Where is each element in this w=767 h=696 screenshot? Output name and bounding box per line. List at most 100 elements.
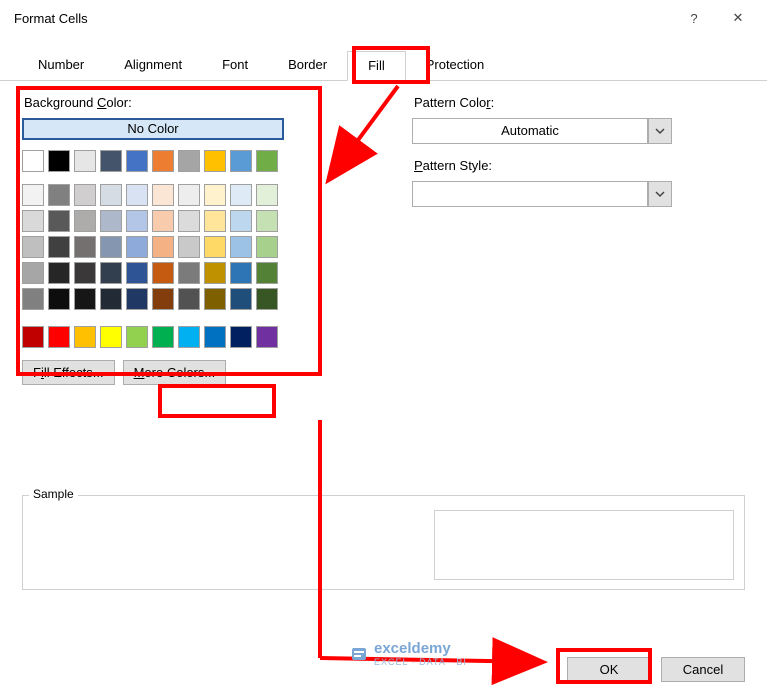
color-swatch[interactable]: [178, 236, 200, 258]
dialog-buttons: OK Cancel: [567, 657, 745, 682]
color-swatch[interactable]: [204, 150, 226, 172]
ok-button[interactable]: OK: [567, 657, 651, 682]
color-swatch[interactable]: [126, 150, 148, 172]
pattern-style-label: Pattern Style:: [414, 158, 672, 173]
color-swatch[interactable]: [100, 184, 122, 206]
help-button[interactable]: ?: [673, 4, 715, 32]
color-swatch[interactable]: [178, 210, 200, 232]
color-swatch[interactable]: [22, 150, 44, 172]
color-swatch[interactable]: [152, 210, 174, 232]
color-swatch[interactable]: [126, 184, 148, 206]
tab-protection[interactable]: Protection: [406, 51, 505, 81]
color-swatch[interactable]: [204, 210, 226, 232]
color-swatch[interactable]: [126, 210, 148, 232]
color-swatch[interactable]: [74, 210, 96, 232]
pattern-style-dropdown[interactable]: [412, 181, 672, 207]
tab-number[interactable]: Number: [18, 51, 104, 81]
color-swatch[interactable]: [74, 236, 96, 258]
dropdown-arrow-icon[interactable]: [648, 118, 672, 144]
color-swatch[interactable]: [100, 210, 122, 232]
tab-alignment[interactable]: Alignment: [104, 51, 202, 81]
color-swatch[interactable]: [74, 262, 96, 284]
color-swatch[interactable]: [22, 326, 44, 348]
color-swatch[interactable]: [22, 184, 44, 206]
pattern-style-value: [412, 181, 648, 207]
color-swatch[interactable]: [204, 262, 226, 284]
color-swatch[interactable]: [48, 262, 70, 284]
color-swatch[interactable]: [126, 236, 148, 258]
color-swatch[interactable]: [100, 150, 122, 172]
color-swatch[interactable]: [74, 150, 96, 172]
color-swatch[interactable]: [152, 288, 174, 310]
color-swatch[interactable]: [100, 326, 122, 348]
color-swatch[interactable]: [230, 288, 252, 310]
color-swatch[interactable]: [126, 326, 148, 348]
color-swatch[interactable]: [22, 210, 44, 232]
color-swatch[interactable]: [100, 236, 122, 258]
titlebar: Format Cells ? ✕: [0, 0, 767, 36]
color-swatch[interactable]: [256, 236, 278, 258]
color-swatch[interactable]: [204, 288, 226, 310]
tab-font[interactable]: Font: [202, 51, 268, 81]
sample-preview: [434, 510, 734, 580]
color-swatch[interactable]: [230, 184, 252, 206]
color-swatch[interactable]: [48, 210, 70, 232]
color-swatch[interactable]: [230, 236, 252, 258]
color-swatch[interactable]: [152, 262, 174, 284]
color-swatch[interactable]: [256, 326, 278, 348]
color-swatch[interactable]: [74, 326, 96, 348]
color-swatch[interactable]: [204, 184, 226, 206]
cancel-button[interactable]: Cancel: [661, 657, 745, 682]
color-swatch[interactable]: [48, 288, 70, 310]
tab-border[interactable]: Border: [268, 51, 347, 81]
color-swatch[interactable]: [230, 150, 252, 172]
color-swatch[interactable]: [256, 262, 278, 284]
pattern-color-value: Automatic: [412, 118, 648, 144]
color-swatch[interactable]: [178, 326, 200, 348]
color-swatch[interactable]: [126, 288, 148, 310]
color-swatch[interactable]: [100, 288, 122, 310]
color-swatch[interactable]: [178, 150, 200, 172]
color-swatch[interactable]: [22, 236, 44, 258]
no-color-button[interactable]: No Color: [22, 118, 284, 140]
color-swatch[interactable]: [256, 150, 278, 172]
pattern-section: Pattern Color: Automatic Pattern Style:: [412, 91, 672, 385]
color-swatch[interactable]: [48, 236, 70, 258]
fill-effects-button[interactable]: Fill Effects...: [22, 360, 115, 385]
color-swatch[interactable]: [178, 288, 200, 310]
color-swatch[interactable]: [74, 288, 96, 310]
tab-fill[interactable]: Fill: [347, 51, 406, 81]
color-swatch[interactable]: [152, 150, 174, 172]
color-swatch[interactable]: [230, 210, 252, 232]
close-button[interactable]: ✕: [717, 4, 759, 32]
sample-group: Sample: [22, 495, 745, 590]
color-swatch[interactable]: [152, 326, 174, 348]
color-swatch[interactable]: [204, 326, 226, 348]
color-swatch[interactable]: [48, 150, 70, 172]
color-swatch[interactable]: [152, 184, 174, 206]
tabstrip: Number Alignment Font Border Fill Protec…: [0, 36, 767, 81]
more-colors-button[interactable]: More Colors...: [123, 360, 227, 385]
color-swatch[interactable]: [48, 184, 70, 206]
color-swatch[interactable]: [22, 288, 44, 310]
fill-buttons: Fill Effects... More Colors...: [22, 360, 352, 385]
dropdown-arrow-icon[interactable]: [648, 181, 672, 207]
color-swatch[interactable]: [22, 262, 44, 284]
color-swatch[interactable]: [256, 288, 278, 310]
color-swatch[interactable]: [204, 236, 226, 258]
watermark: exceldemy EXCEL · DATA · BI: [350, 640, 467, 667]
color-swatch[interactable]: [126, 262, 148, 284]
color-swatch[interactable]: [178, 262, 200, 284]
color-swatch[interactable]: [230, 262, 252, 284]
color-swatch[interactable]: [100, 262, 122, 284]
pattern-color-dropdown[interactable]: Automatic: [412, 118, 672, 144]
color-swatch[interactable]: [256, 184, 278, 206]
color-swatch[interactable]: [230, 326, 252, 348]
sample-label: Sample: [29, 487, 78, 501]
color-swatch[interactable]: [74, 184, 96, 206]
color-swatch[interactable]: [152, 236, 174, 258]
color-swatch[interactable]: [256, 210, 278, 232]
color-swatch[interactable]: [178, 184, 200, 206]
theme-color-row1: [22, 150, 352, 172]
color-swatch[interactable]: [48, 326, 70, 348]
